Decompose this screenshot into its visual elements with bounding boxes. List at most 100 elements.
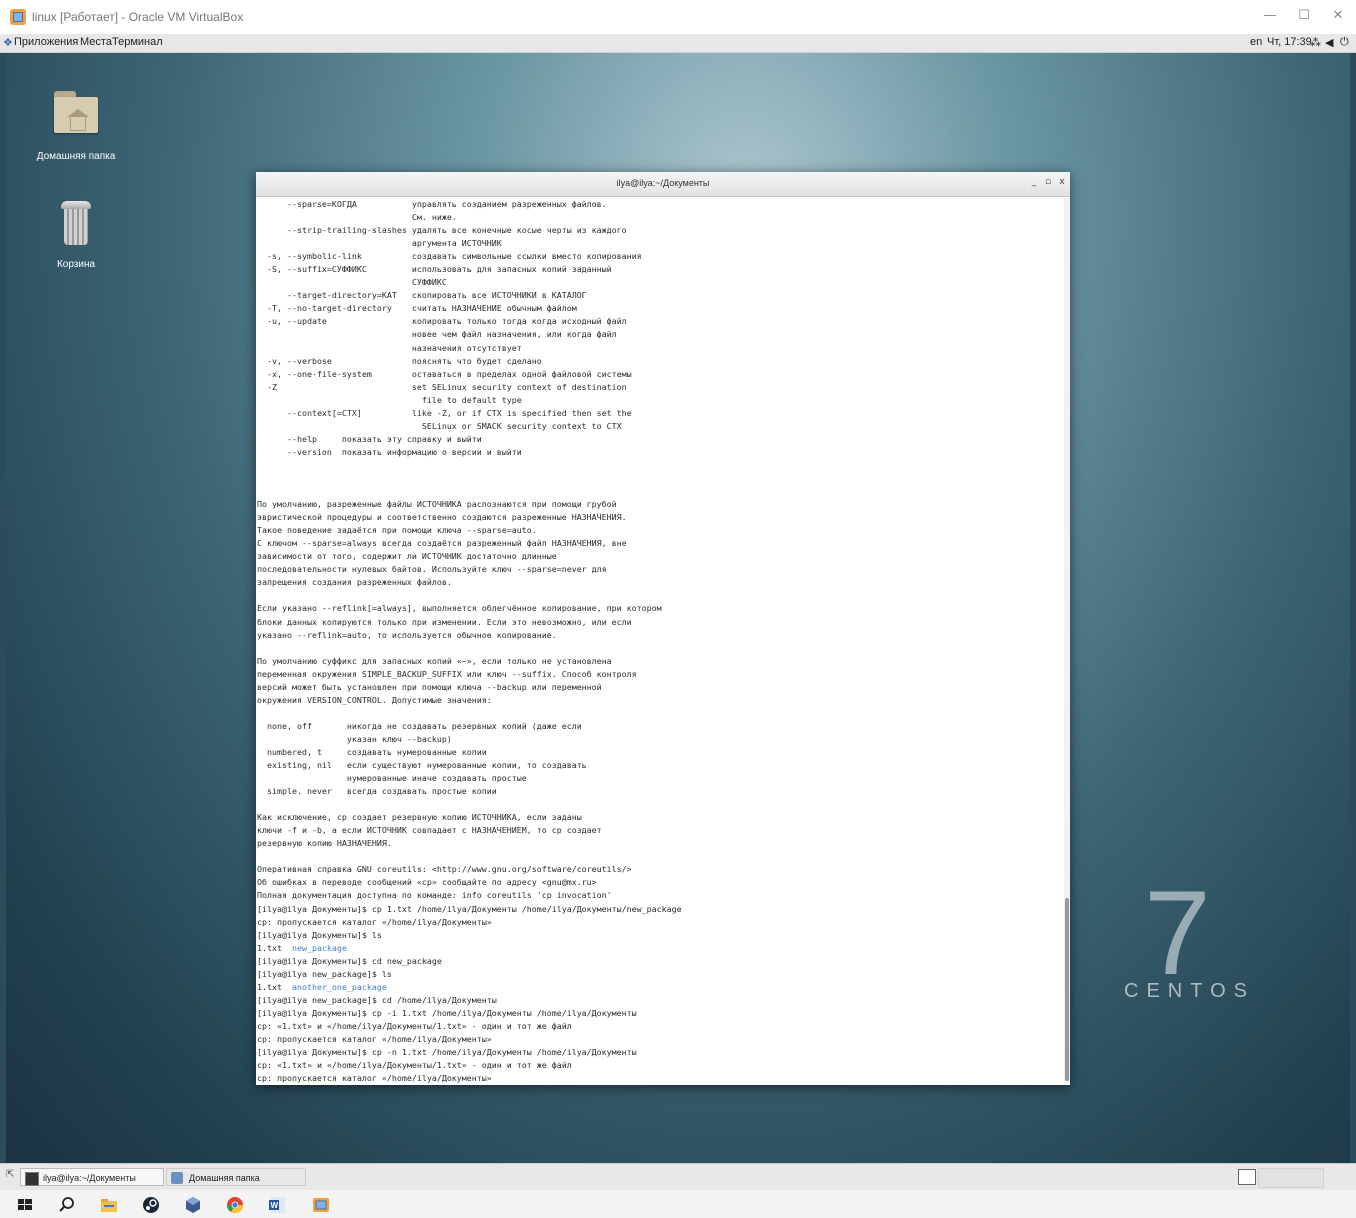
terminal-line-text: эвристической процедуры и соответственно… xyxy=(257,512,627,523)
terminal-line: [ilya@ilya new_package]$ ls xyxy=(257,968,1063,981)
terminal-close-button[interactable]: x xyxy=(1056,177,1068,187)
terminal-line: [ilya@ilya Документы]$ cp 1.txt /home/il… xyxy=(257,903,1063,916)
power-icon[interactable]: ⏻ xyxy=(1340,36,1349,49)
terminal-scroll-thumb[interactable] xyxy=(1065,898,1069,1081)
terminal-line: --strip-trailing-slashes удалять все кон… xyxy=(257,224,1063,237)
terminal-line-text: -Z set SELinux security context of desti… xyxy=(257,381,627,392)
trash-desktop-icon[interactable]: Корзина xyxy=(26,199,126,270)
terminal-line-text: cp: пропускается каталог «/home/ilya/Док… xyxy=(257,916,492,927)
terminal-line: file to default type xyxy=(257,394,1063,407)
terminal-line: аргумента ИСТОЧНИК xyxy=(257,237,1063,250)
terminal-line: [ilya@ilya Документы]$ cp -n 1.txt /home… xyxy=(257,1046,1063,1059)
terminal-line-text: Полная документация доступна по команде:… xyxy=(257,890,612,901)
terminal-line-text: [ilya@ilya new_package]$ cd /home/ilya/Д… xyxy=(257,994,497,1005)
terminal-line-text: cp: пропускается каталог «/home/ilya/Док… xyxy=(257,1073,492,1083)
terminal-menu[interactable]: Терминал xyxy=(112,36,163,48)
terminal-line-text: --sparse=КОГДА управлять созданием разре… xyxy=(257,199,607,209)
terminal-line: SELinux or SMACK security context to CTX xyxy=(257,420,1063,433)
terminal-line: Такое поведение задаётся при помощи ключ… xyxy=(257,524,1063,537)
terminal-line: эвристической процедуры и соответственно… xyxy=(257,511,1063,524)
terminal-output[interactable]: --sparse=КОГДА управлять созданием разре… xyxy=(257,198,1063,1083)
terminal-icon xyxy=(25,1172,39,1186)
virtualbox-icon[interactable] xyxy=(312,1196,330,1214)
terminal-line: блоки данных копируются только при измен… xyxy=(257,616,1063,629)
maximize-button[interactable]: ☐ xyxy=(1292,6,1316,26)
word-icon[interactable]: W xyxy=(268,1196,286,1214)
terminal-titlebar[interactable]: ilya@ilya:~/Документы _ ▫ x xyxy=(256,172,1070,197)
terminal-line-text: existing, nil если существуют нумерованн… xyxy=(257,760,587,771)
terminal-line: Об ошибках в переводе сообщений «cp» соо… xyxy=(257,876,1063,889)
terminal-line: назначения отсутствует xyxy=(257,342,1063,355)
terminal-line: См. ниже. xyxy=(257,211,1063,224)
terminal-line-text: cp: «1.txt» и «/home/ilya/Документы/1.tx… xyxy=(257,1020,572,1031)
network-icon[interactable]: ⁂ xyxy=(1310,36,1321,49)
terminal-scrollbar[interactable] xyxy=(1064,198,1070,1083)
terminal-line-text: указано --reflink=auto, то используется … xyxy=(257,629,557,640)
terminal-line: указан ключ --backup) xyxy=(257,733,1063,746)
keyboard-layout[interactable]: en xyxy=(1250,36,1262,48)
terminal-line-text: [ilya@ilya Документы]$ ls xyxy=(257,929,382,940)
minimize-button[interactable]: — xyxy=(1258,6,1282,26)
terminal-line: 1.txt another_one_package xyxy=(257,981,1063,994)
terminal-window[interactable]: ilya@ilya:~/Документы _ ▫ x --sparse=КОГ… xyxy=(256,172,1070,1085)
terminal-maximize-button[interactable]: ▫ xyxy=(1042,177,1054,187)
clock[interactable]: Чт, 17:39 xyxy=(1267,36,1312,48)
terminal-line-text: См. ниже. xyxy=(257,212,457,223)
terminal-line: СУФФИКС xyxy=(257,276,1063,289)
terminal-line-text: версий может быть установлен при помощи … xyxy=(257,681,602,692)
windows-start-icon[interactable] xyxy=(16,1196,34,1214)
terminal-minimize-button[interactable]: _ xyxy=(1028,177,1040,187)
terminal-line: [ilya@ilya Документы]$ cd new_package xyxy=(257,955,1063,968)
terminal-line-text: -x, --one-file-system оставаться в преде… xyxy=(257,368,632,379)
terminal-line-text: Оперативная справка GNU coreutils: <http… xyxy=(257,864,632,875)
taskbar-item-label: ilya@ilya:~/Документы xyxy=(43,1173,136,1183)
home-folder-icon xyxy=(52,89,100,133)
terminal-line: --sparse=КОГДА управлять созданием разре… xyxy=(257,198,1063,211)
workspace-switcher[interactable] xyxy=(1238,1169,1256,1185)
terminal-line-text: назначения отсутствует xyxy=(257,342,522,353)
terminal-line-text: С ключом --sparse=always всегда создаётс… xyxy=(257,538,627,549)
terminal-line: окружения VERSION_CONTROL. Допустимые зн… xyxy=(257,694,1063,707)
terminal-line: Полная документация доступна по команде:… xyxy=(257,889,1063,902)
close-button[interactable]: ✕ xyxy=(1326,6,1350,26)
terminal-line: последовательности нулевых байтов. Испол… xyxy=(257,563,1063,576)
file-explorer-icon[interactable] xyxy=(100,1196,118,1214)
home-folder-label: Домашняя папка xyxy=(36,151,116,162)
taskbar-item-terminal[interactable]: ilya@ilya:~/Документы xyxy=(20,1168,164,1186)
terminal-line: По умолчанию, разреженные файлы ИСТОЧНИК… xyxy=(257,498,1063,511)
file-manager-icon xyxy=(171,1172,183,1184)
applications-menu[interactable]: Приложения xyxy=(14,36,78,48)
terminal-line: cp: «1.txt» и «/home/ilya/Документы/1.tx… xyxy=(257,1020,1063,1033)
terminal-line-text: аргумента ИСТОЧНИК xyxy=(257,238,502,249)
terminal-line-text: SELinux or SMACK security context to CTX xyxy=(257,420,622,431)
terminal-line: [ilya@ilya Документы]$ cp -i 1.txt /home… xyxy=(257,1007,1063,1020)
home-folder-desktop-icon[interactable]: Домашняя папка xyxy=(26,89,126,162)
terminal-line-text: -u, --update копировать только тогда ког… xyxy=(257,316,627,327)
terminal-line: -u, --update копировать только тогда ког… xyxy=(257,315,1063,328)
steam-icon[interactable] xyxy=(142,1196,160,1214)
windows-taskbar: W xyxy=(0,1190,1356,1218)
terminal-line: existing, nil если существуют нумерованн… xyxy=(257,759,1063,772)
terminal-line-text: переменная окружения SIMPLE_BACKUP_SUFFI… xyxy=(257,668,637,679)
show-desktop-icon[interactable]: ⇱ xyxy=(6,1169,14,1180)
terminal-line: указано --reflink=auto, то используется … xyxy=(257,629,1063,642)
terminal-line: --help показать эту справку и выйти xyxy=(257,433,1063,446)
chrome-icon[interactable] xyxy=(226,1196,244,1214)
terminal-line-text: нумерованные иначе создавать простые xyxy=(257,773,527,784)
terminal-line: --context[=CTX] like -Z, or if CTX is sp… xyxy=(257,407,1063,420)
workspace-switcher-area[interactable] xyxy=(1258,1168,1324,1188)
taskbar-item-home-folder[interactable]: Домашняя папка xyxy=(166,1168,306,1186)
virtualbox-cube-icon[interactable] xyxy=(184,1196,202,1214)
search-icon[interactable] xyxy=(58,1196,76,1214)
terminal-line: -s, --symbolic-link создавать символьные… xyxy=(257,250,1063,263)
terminal-line-text: -S, --suffix=СУФФИКС использовать для за… xyxy=(257,264,612,275)
places-menu[interactable]: Места xyxy=(80,36,112,48)
volume-icon[interactable]: ◀ xyxy=(1325,36,1333,49)
